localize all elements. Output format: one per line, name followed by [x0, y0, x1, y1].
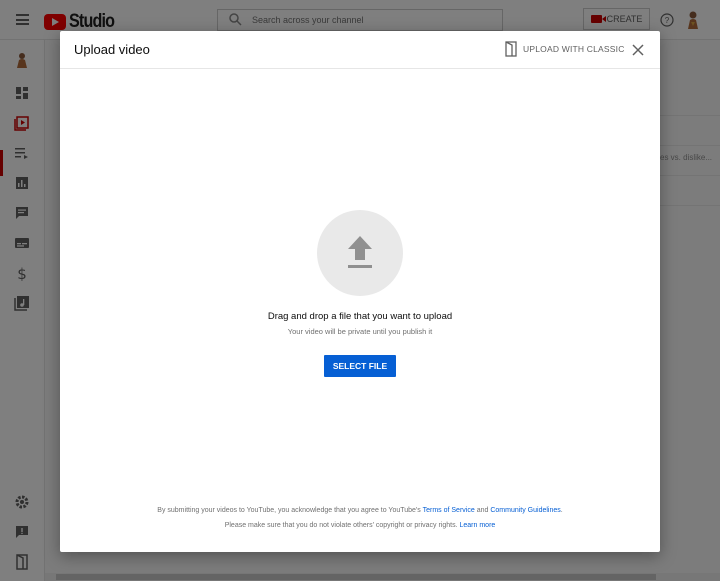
- learn-more-link[interactable]: Learn more: [460, 522, 496, 529]
- terms-of-service-link[interactable]: Terms of Service: [423, 507, 475, 514]
- terms-prefix: By submitting your videos to YouTube, yo…: [157, 507, 421, 514]
- upload-drop-zone[interactable]: [317, 210, 403, 296]
- upload-arrow-icon: [348, 236, 372, 268]
- copyright-text: Please make sure that you do not violate…: [224, 522, 458, 529]
- upload-dialog: Upload video UPLOAD WITH CLASSIC Drag an…: [60, 31, 660, 552]
- close-icon[interactable]: [632, 44, 644, 56]
- select-file-button[interactable]: SELECT FILE: [324, 355, 396, 377]
- dialog-header: Upload video UPLOAD WITH CLASSIC: [60, 31, 660, 69]
- drag-drop-text: Drag and drop a file that you want to up…: [267, 311, 453, 322]
- upload-with-classic-button[interactable]: UPLOAD WITH CLASSIC: [505, 41, 625, 57]
- classic-label: UPLOAD WITH CLASSIC: [523, 44, 625, 54]
- dialog-title: Upload video: [74, 42, 150, 57]
- terms-suffix: .: [560, 507, 563, 514]
- and-text: and: [476, 507, 489, 514]
- privacy-note: Your video will be private until you pub…: [287, 327, 433, 336]
- copyright-notice: Please make sure that you do not violate…: [60, 522, 660, 529]
- community-guidelines-link[interactable]: Community Guidelines: [490, 507, 560, 514]
- classic-studio-icon: [505, 41, 517, 57]
- terms-notice: By submitting your videos to YouTube, yo…: [60, 507, 660, 514]
